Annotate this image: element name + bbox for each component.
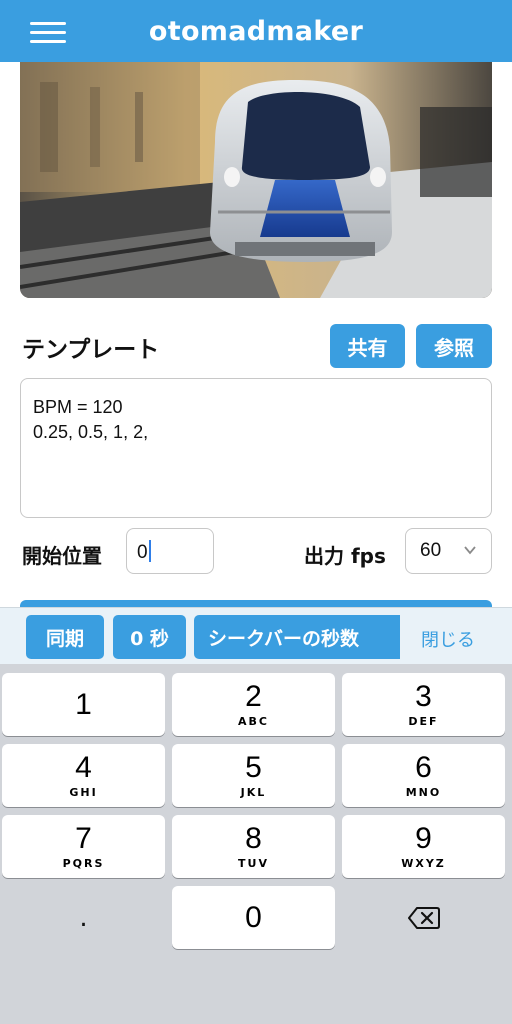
key-digit: 7 <box>75 822 92 855</box>
backspace-icon <box>407 906 440 929</box>
template-textarea[interactable]: BPM = 120 0.25, 0.5, 1, 2, <box>20 378 492 518</box>
app-header: otomadmaker <box>0 0 512 62</box>
key-letters: TUV <box>238 857 269 870</box>
close-keyboard-button[interactable]: 閉じる <box>421 626 475 652</box>
video-frame-image <box>20 62 492 298</box>
video-preview[interactable] <box>20 62 492 298</box>
key-4[interactable]: 4 GHI <box>2 744 165 807</box>
key-digit: 5 <box>245 751 262 784</box>
key-digit: 6 <box>415 751 432 784</box>
backspace-key[interactable] <box>342 886 505 949</box>
key-8[interactable]: 8 TUV <box>172 815 335 878</box>
key-2[interactable]: 2 ABC <box>172 673 335 736</box>
start-position-label: 開始位置 <box>22 544 102 568</box>
key-1[interactable]: 1 <box>2 673 165 736</box>
key-digit: 1 <box>75 688 92 721</box>
fps-value: 60 <box>420 540 442 561</box>
key-letters: JKL <box>240 786 267 799</box>
key-6[interactable]: 6 MNO <box>342 744 505 807</box>
key-5[interactable]: 5 JKL <box>172 744 335 807</box>
key-letters: MNO <box>405 786 442 799</box>
key-dot[interactable]: . <box>2 886 165 949</box>
key-letters: GHI <box>69 786 98 799</box>
key-letters: WXYZ <box>401 857 446 870</box>
chevron-down-icon <box>464 546 476 555</box>
key-letters: DEF <box>408 715 439 728</box>
key-letters: ABC <box>238 715 269 728</box>
key-digit: 4 <box>75 751 92 784</box>
template-title: テンプレート <box>22 337 160 363</box>
zero-seconds-button[interactable]: 0 秒 <box>113 615 186 659</box>
fps-select[interactable]: 60 <box>405 528 492 574</box>
key-digit: 2 <box>245 680 262 713</box>
key-digit: 8 <box>245 822 262 855</box>
seekbar-seconds-button[interactable]: シークバーの秒数 <box>194 615 400 659</box>
key-letters: PQRS <box>62 857 105 870</box>
key-digit: 9 <box>415 822 432 855</box>
app-title: otomadmaker <box>148 15 364 47</box>
sync-button[interactable]: 同期 <box>26 615 104 659</box>
key-9[interactable]: 9 WXYZ <box>342 815 505 878</box>
share-button[interactable]: 共有 <box>330 324 405 368</box>
keyboard-accessory-bar: 同期 0 秒 シークバーの秒数 閉じる <box>0 607 512 664</box>
key-0[interactable]: 0 <box>172 886 335 949</box>
start-position-input[interactable]: 0 <box>126 528 214 574</box>
text-caret <box>148 540 151 562</box>
key-digit: 3 <box>415 680 432 713</box>
key-digit: 0 <box>245 901 262 934</box>
fps-label: 出力 fps <box>304 544 386 568</box>
key-7[interactable]: 7 PQRS <box>2 815 165 878</box>
start-position-value: 0 <box>137 542 148 563</box>
menu-icon[interactable] <box>30 22 66 44</box>
key-3[interactable]: 3 DEF <box>342 673 505 736</box>
reference-button[interactable]: 参照 <box>416 324 492 368</box>
numeric-keypad: 1 2 ABC 3 DEF 4 GHI 5 JKL 6 MNO 7 PQRS 8… <box>0 664 512 1024</box>
